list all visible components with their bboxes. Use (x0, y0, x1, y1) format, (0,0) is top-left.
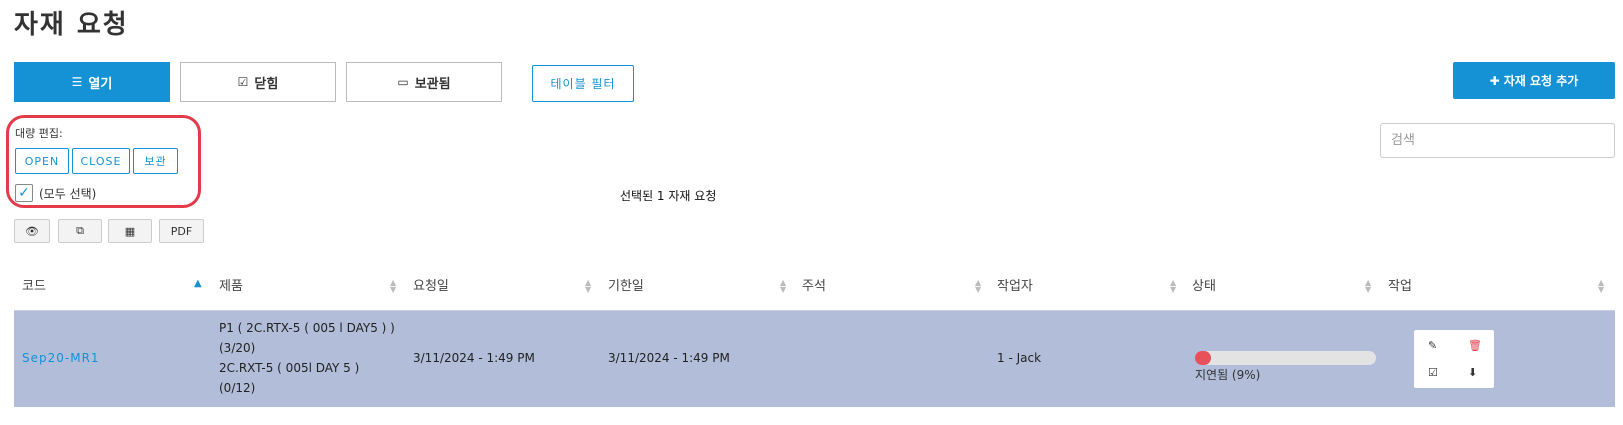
view-button[interactable]: 👁 (14, 219, 50, 243)
status-progress-bar (1195, 351, 1376, 365)
row-request-date: 3/11/2024 - 1:49 PM (413, 351, 535, 365)
row-status-text: 지연됨 (9%) (1195, 368, 1261, 382)
add-material-request-button[interactable]: ✚ 자재 요청 추가 (1453, 62, 1615, 99)
header-note[interactable]: 주석 (802, 275, 826, 294)
sort-icon[interactable]: ▲ ▼ (390, 279, 396, 294)
tab-closed[interactable]: ☑ 닫힘 (180, 62, 336, 102)
table-filter-button[interactable]: 테이블 필터 (532, 65, 634, 102)
list-icon: ☰ (71, 75, 83, 89)
product-line: P1 ( 2C.RTX-5 ( 005 l DAY5 ) ) (219, 321, 395, 335)
selection-count: 선택된 1 자재 요청 (620, 189, 717, 203)
copy-button[interactable]: ⧉ (58, 219, 102, 243)
check-icon[interactable]: ☑ (1428, 366, 1438, 379)
tab-closed-label: 닫힘 (254, 76, 279, 92)
search-input[interactable] (1380, 123, 1615, 158)
row-code-link[interactable]: Sep20-MR1 (22, 351, 100, 365)
tab-archived[interactable]: ▭ 보관됨 (346, 62, 502, 102)
header-product[interactable]: 제품 (219, 275, 243, 294)
row-actions: ✎ 🗑 ☑ ⬇ (1414, 330, 1494, 388)
sort-icon[interactable]: ▲ ▼ (1170, 279, 1176, 294)
plus-icon: ✚ (1489, 73, 1500, 88)
download-icon[interactable]: ⬇ (1468, 366, 1477, 379)
product-line: (3/20) (219, 341, 256, 355)
header-due-date[interactable]: 기한일 (608, 275, 644, 294)
pdf-button[interactable]: PDF (159, 219, 204, 243)
checkmark-icon: ✓ (18, 185, 30, 201)
bulk-open-button[interactable]: OPEN (15, 148, 69, 174)
header-code[interactable]: 코드 (22, 275, 46, 294)
status-progress-fill (1195, 351, 1212, 365)
page-title: 자재 요청 (14, 10, 129, 40)
header-actions[interactable]: 작업 (1388, 275, 1412, 294)
row-products: P1 ( 2C.RTX-5 ( 005 l DAY5 ) ) (3/20) 2C… (219, 318, 395, 398)
tab-archived-label: 보관됨 (414, 76, 451, 92)
header-status[interactable]: 상태 (1192, 275, 1216, 294)
sort-icon[interactable]: ▲ ▼ (1365, 279, 1371, 294)
edit-icon[interactable]: ✎ (1428, 339, 1437, 352)
tab-open-label: 열기 (88, 76, 113, 92)
copy-icon: ⧉ (76, 224, 84, 237)
spreadsheet-icon: ▦ (124, 224, 136, 238)
excel-button[interactable]: ▦ (108, 219, 152, 243)
select-all-checkbox[interactable]: ✓ (15, 184, 33, 202)
sort-asc-icon[interactable]: ▲ (194, 278, 202, 289)
header-request-date[interactable]: 요청일 (413, 275, 449, 294)
checkbox-icon: ☑ (237, 75, 249, 89)
product-line: 2C.RXT-5 ( 005l DAY 5 ) (219, 361, 360, 375)
archive-icon: ▭ (397, 75, 409, 89)
sort-icon[interactable]: ▲ ▼ (585, 279, 591, 294)
eye-icon: 👁 (25, 224, 39, 238)
tab-open[interactable]: ☰ 열기 (14, 62, 170, 102)
product-line: (0/12) (219, 381, 256, 395)
header-worker[interactable]: 작업자 (997, 275, 1033, 294)
sort-icon[interactable]: ▲ ▼ (975, 279, 981, 294)
sort-icon[interactable]: ▲ ▼ (1598, 279, 1604, 294)
row-worker: 1 - Jack (997, 351, 1042, 365)
bulk-archive-button[interactable]: 보관 (133, 148, 178, 174)
sort-icon[interactable]: ▲ ▼ (780, 279, 786, 294)
bulk-edit-label: 대량 편집: (15, 127, 63, 140)
add-button-label: 자재 요청 추가 (1503, 74, 1579, 88)
bulk-close-button[interactable]: CLOSE (72, 148, 130, 174)
trash-icon[interactable]: 🗑 (1468, 339, 1482, 352)
select-all-label: (모두 선택) (39, 186, 97, 201)
row-due-date: 3/11/2024 - 1:49 PM (608, 351, 730, 365)
select-all[interactable]: ✓ (모두 선택) (15, 184, 96, 202)
